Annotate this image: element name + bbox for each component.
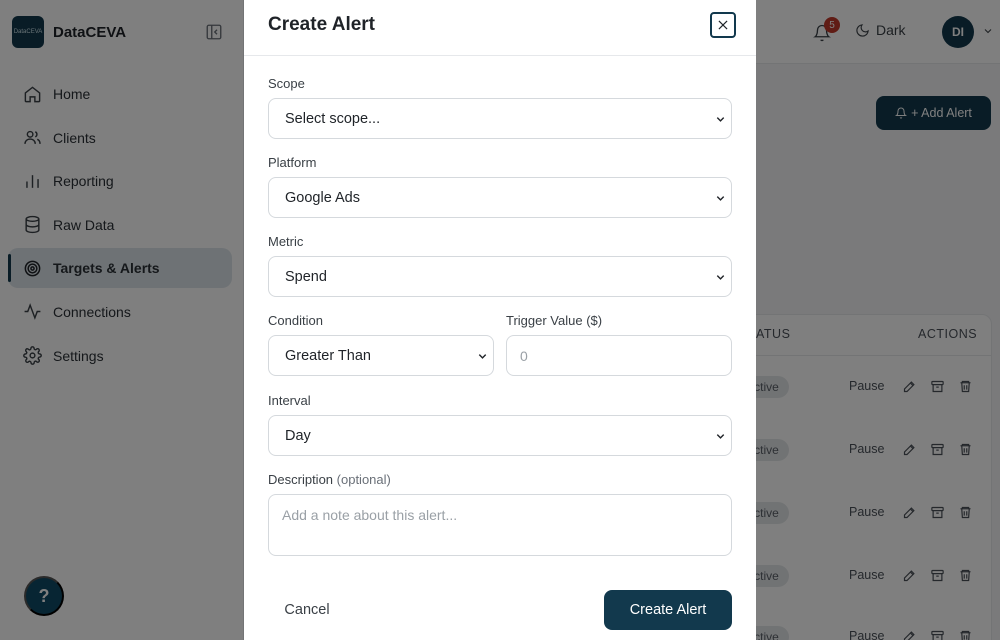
trigger-value-label: Trigger Value ($) [506, 313, 603, 328]
create-alert-button[interactable]: Create Alert [604, 590, 732, 630]
cancel-button[interactable]: Cancel [268, 590, 346, 630]
condition-value: Greater Than [285, 347, 371, 364]
close-button[interactable] [710, 12, 736, 38]
optional-hint: (optional) [336, 472, 391, 487]
interval-value: Day [285, 427, 311, 444]
description-label: Description (optional) [268, 472, 391, 487]
trigger-value-input[interactable] [506, 335, 732, 376]
dialog-header: Create Alert [244, 0, 756, 56]
chevron-down-icon [716, 434, 725, 439]
platform-select[interactable]: Google Ads [268, 177, 732, 218]
chevron-down-icon [478, 354, 487, 359]
condition-label: Condition [268, 313, 323, 328]
scope-label: Scope [268, 76, 305, 91]
interval-select[interactable]: Day [268, 415, 732, 456]
chevron-down-icon [716, 275, 725, 280]
platform-value: Google Ads [285, 189, 360, 206]
chevron-down-icon [716, 196, 725, 201]
chevron-down-icon [716, 117, 725, 122]
scope-select[interactable]: Select scope... [268, 98, 732, 139]
metric-label: Metric [268, 234, 304, 249]
dialog-title: Create Alert [268, 14, 376, 35]
condition-select[interactable]: Greater Than [268, 335, 494, 376]
metric-value: Spend [285, 268, 327, 285]
scope-value: Select scope... [285, 110, 381, 127]
create-alert-dialog: Create Alert Scope Select scope... Platf… [244, 0, 756, 640]
interval-label: Interval [268, 393, 311, 408]
description-label-text: Description [268, 472, 334, 487]
metric-select[interactable]: Spend [268, 256, 732, 297]
description-input[interactable] [268, 494, 732, 556]
close-icon [718, 20, 728, 30]
platform-label: Platform [268, 155, 317, 170]
